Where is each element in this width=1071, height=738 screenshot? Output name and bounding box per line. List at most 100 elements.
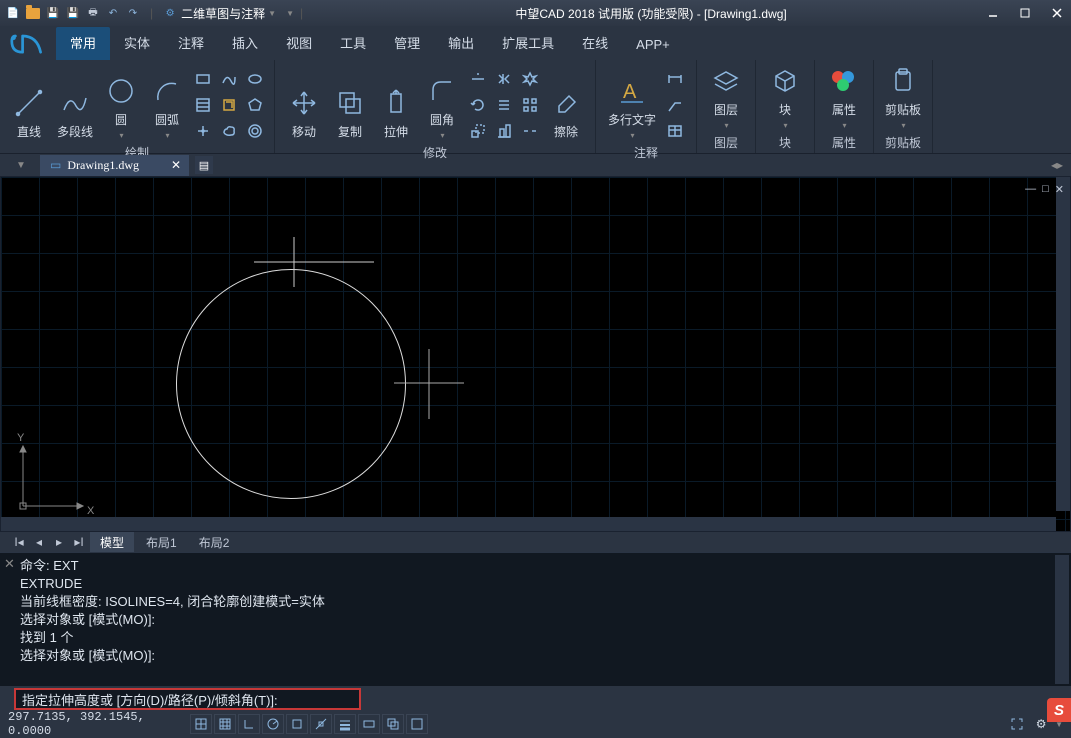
clipboard-button[interactable]: 剪贴板▾: [882, 64, 924, 132]
workspace-label[interactable]: 二维草图与注释: [181, 5, 265, 22]
polar-toggle[interactable]: [262, 714, 284, 734]
tab-view[interactable]: 视图: [272, 27, 326, 60]
maximize-button[interactable]: [1015, 5, 1035, 21]
cmd-line: 选择对象或 [模式(MO)]:: [20, 647, 1065, 665]
drawing-viewport[interactable]: — □ ✕ Y X: [0, 176, 1071, 532]
polyline-button[interactable]: 多段线: [54, 64, 96, 142]
circle-button[interactable]: 圆▾: [100, 64, 142, 142]
viewport-scrollbar-h[interactable]: [1, 517, 1056, 531]
line-button[interactable]: 直线: [8, 64, 50, 142]
close-button[interactable]: [1047, 5, 1067, 21]
move-button[interactable]: 移动: [283, 64, 325, 142]
donut-icon[interactable]: [244, 120, 266, 142]
viewport-scrollbar-v[interactable]: [1056, 177, 1070, 511]
align-icon[interactable]: [493, 120, 515, 142]
doc-tabs-scroll[interactable]: ◂▸: [1051, 158, 1063, 172]
tab-extend[interactable]: 扩展工具: [488, 27, 568, 60]
fullscreen-icon[interactable]: [1006, 714, 1028, 734]
saveas-icon[interactable]: 💾: [64, 4, 82, 22]
vp-minimize-icon[interactable]: —: [1025, 183, 1036, 196]
cmd-scrollbar[interactable]: [1055, 555, 1069, 684]
layout-tab-model[interactable]: 模型: [90, 532, 134, 553]
tab-tools[interactable]: 工具: [326, 27, 380, 60]
copy-button[interactable]: 复制: [329, 64, 371, 142]
snap-toggle[interactable]: [190, 714, 212, 734]
lwt-toggle[interactable]: [334, 714, 356, 734]
tab-solid[interactable]: 实体: [110, 27, 164, 60]
dim-linear-icon[interactable]: [664, 68, 686, 90]
app-title: 中望CAD 2018 试用版 (功能受限) - [Drawing1.dwg]: [319, 5, 983, 22]
offset-icon[interactable]: [493, 94, 515, 116]
region-icon[interactable]: [218, 94, 240, 116]
break-icon[interactable]: [519, 120, 541, 142]
tab-online[interactable]: 在线: [568, 27, 622, 60]
coordinates[interactable]: 297.7135, 392.1545, 0.0000: [8, 710, 188, 738]
rotate-icon[interactable]: [467, 94, 489, 116]
trim-icon[interactable]: [467, 68, 489, 90]
layout-tab-2[interactable]: 布局2: [189, 532, 240, 553]
ellipse-icon[interactable]: [244, 68, 266, 90]
revcloud-icon[interactable]: [218, 120, 240, 142]
minimize-button[interactable]: [983, 5, 1003, 21]
array-icon[interactable]: [519, 94, 541, 116]
fillet-button[interactable]: 圆角▾: [421, 64, 463, 142]
layout-prev-icon[interactable]: ◂: [30, 535, 48, 549]
undo-icon[interactable]: ↶: [104, 4, 122, 22]
hatch-icon[interactable]: [192, 94, 214, 116]
command-history[interactable]: ✕ 命令: EXT EXTRUDE 当前线框密度: ISOLINES=4, 闭合…: [0, 552, 1071, 686]
table-icon[interactable]: [664, 120, 686, 142]
tab-insert[interactable]: 插入: [218, 27, 272, 60]
workspace-dropdown-icon[interactable]: ▼: [268, 9, 276, 18]
vp-maximize-icon[interactable]: □: [1042, 183, 1049, 196]
spline-icon[interactable]: [218, 68, 240, 90]
app-logo[interactable]: [6, 30, 50, 60]
layout-last-icon[interactable]: ▸I: [70, 535, 88, 549]
doc-tab-dropdown-icon[interactable]: ▼: [16, 160, 26, 171]
ime-indicator[interactable]: S: [1047, 698, 1071, 722]
mtext-button[interactable]: A多行文字▾: [604, 64, 660, 142]
tab-manage[interactable]: 管理: [380, 27, 434, 60]
rect-icon[interactable]: [192, 68, 214, 90]
ortho-toggle[interactable]: [238, 714, 260, 734]
tab-app[interactable]: APP+: [622, 31, 684, 60]
workspace-gear-icon[interactable]: ⚙: [161, 4, 179, 22]
block-button[interactable]: 块▾: [764, 64, 806, 132]
grid-toggle[interactable]: [214, 714, 236, 734]
stretch-button[interactable]: 拉伸: [375, 64, 417, 142]
mirror-icon[interactable]: [493, 68, 515, 90]
properties-button[interactable]: 属性▾: [823, 64, 865, 132]
cycle-toggle[interactable]: [382, 714, 404, 734]
layout-next-icon[interactable]: ▸: [50, 535, 68, 549]
close-tab-icon[interactable]: ✕: [171, 158, 181, 172]
tab-common[interactable]: 常用: [56, 27, 110, 60]
panel-title-clip: 剪贴板: [882, 132, 924, 155]
model-toggle[interactable]: [406, 714, 428, 734]
explode-icon[interactable]: [519, 68, 541, 90]
polygon-icon[interactable]: [244, 94, 266, 116]
arc-button[interactable]: 圆弧▾: [146, 64, 188, 142]
qat-dropdown-icon[interactable]: ▼: [286, 9, 294, 18]
tab-annotate[interactable]: 注释: [164, 27, 218, 60]
tab-output[interactable]: 输出: [434, 27, 488, 60]
osnap-toggle[interactable]: [286, 714, 308, 734]
save-icon[interactable]: 💾: [44, 4, 62, 22]
plot-icon[interactable]: 🖶: [84, 4, 102, 22]
point-icon[interactable]: [192, 120, 214, 142]
redo-icon[interactable]: ↷: [124, 4, 142, 22]
dyn-toggle[interactable]: [358, 714, 380, 734]
leader-icon[interactable]: [664, 94, 686, 116]
command-input[interactable]: 指定拉伸高度或 [方向(D)/路径(P)/倾斜角(T)]:: [14, 688, 361, 710]
otrack-toggle[interactable]: [310, 714, 332, 734]
scale-icon[interactable]: [467, 120, 489, 142]
layout-first-icon[interactable]: I◂: [10, 535, 28, 549]
new-file-icon[interactable]: 📄: [4, 4, 22, 22]
erase-button[interactable]: 擦除: [545, 64, 587, 142]
layer-button[interactable]: 图层▾: [705, 64, 747, 132]
layout-tabs: I◂ ◂ ▸ ▸I 模型 布局1 布局2: [0, 532, 1071, 552]
open-folder-icon[interactable]: [24, 4, 42, 22]
vp-close-icon[interactable]: ✕: [1055, 183, 1064, 196]
new-tab-button[interactable]: ▤: [195, 156, 213, 174]
cmd-close-icon[interactable]: ✕: [4, 555, 15, 573]
document-tab[interactable]: ▭ Drawing1.dwg ✕: [40, 155, 189, 176]
layout-tab-1[interactable]: 布局1: [136, 532, 187, 553]
